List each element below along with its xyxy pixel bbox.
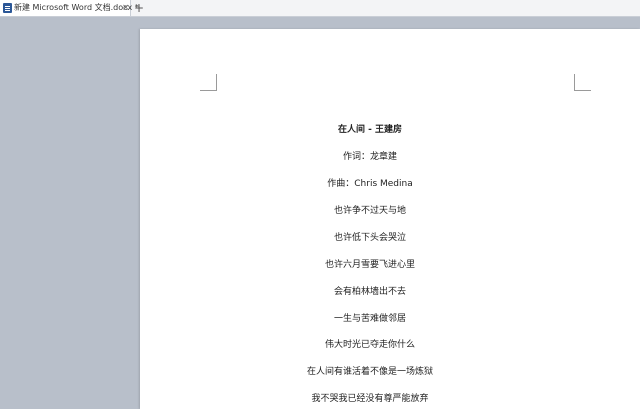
tab-title: 新建 Microsoft Word 文档.docx *: [14, 3, 139, 12]
composer-line[interactable]: 作曲：Chris Medina: [240, 178, 500, 190]
lyric-line[interactable]: 会有柏林墙出不去: [240, 286, 500, 298]
close-tab-icon[interactable]: ×: [122, 2, 130, 14]
lyric-line[interactable]: 伟大时光已夺走你什么: [240, 339, 500, 351]
document-tab[interactable]: 新建 Microsoft Word 文档.docx * ×: [0, 0, 139, 16]
workspace-left-margin: [0, 17, 140, 409]
document-title[interactable]: 在人间 - 王建房: [240, 124, 500, 136]
lyric-line[interactable]: 我不哭我已经没有尊严能放弃: [240, 393, 500, 405]
crop-mark-top-left: [200, 74, 217, 91]
lyric-line[interactable]: 也许六月雪要飞进心里: [240, 259, 500, 271]
lyricist-line[interactable]: 作词：龙章建: [240, 151, 500, 163]
word-document-icon: [3, 3, 12, 13]
crop-mark-top-right: [574, 74, 591, 91]
workspace-top-margin: [140, 17, 640, 29]
lyric-line[interactable]: 也许争不过天与地: [240, 205, 500, 217]
new-tab-button[interactable]: +: [134, 0, 144, 16]
lyric-line[interactable]: 也许低下头会哭泣: [240, 232, 500, 244]
tab-bar: 新建 Microsoft Word 文档.docx * × +: [0, 0, 640, 17]
lyric-line[interactable]: 一生与苦难做邻居: [240, 313, 500, 325]
lyric-line[interactable]: 在人间有谁活着不像是一场炼狱: [240, 366, 500, 378]
